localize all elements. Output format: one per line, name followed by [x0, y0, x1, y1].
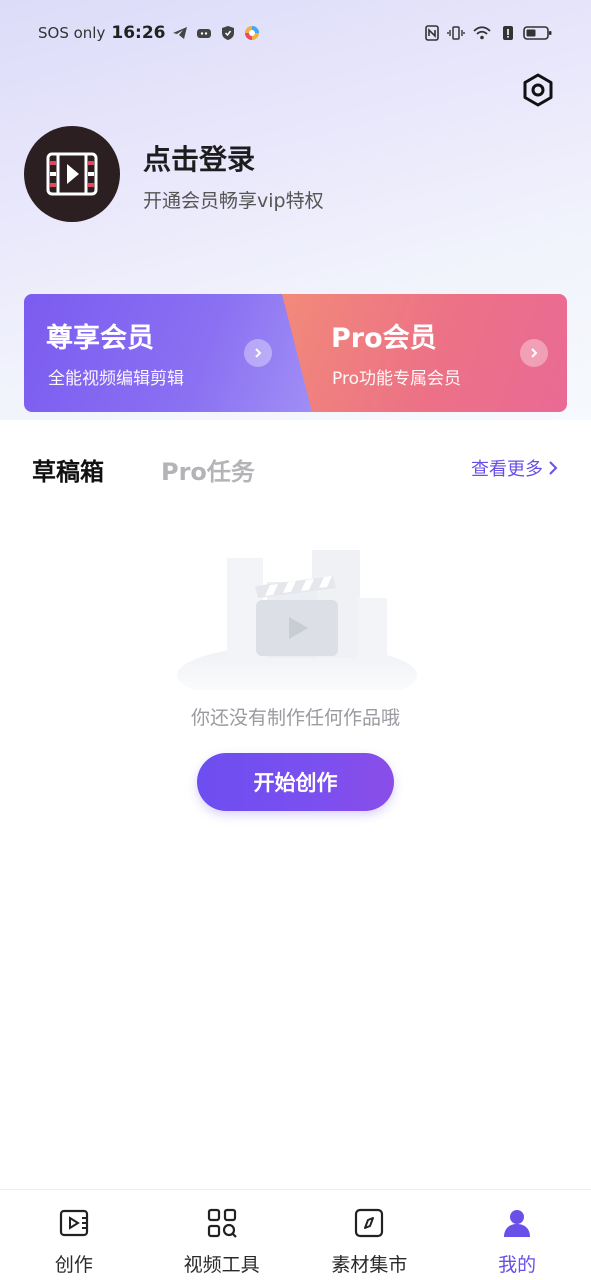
- nav-label-mine: 我的: [498, 1254, 537, 1276]
- pro-card-arrow[interactable]: [520, 339, 548, 367]
- chevron-right-icon: [531, 348, 538, 358]
- start-creating-button[interactable]: 开始创作: [197, 753, 394, 811]
- nav-item-material-market[interactable]: 素材集市: [296, 1190, 444, 1280]
- wifi-icon: [473, 26, 491, 40]
- user-icon: [504, 1210, 531, 1237]
- avatar[interactable]: [24, 126, 120, 222]
- nav-label-video-tools: 视频工具: [183, 1254, 260, 1276]
- profile-page: SOS only 16:26 点击登录 开通会员畅享vip特权 尊享会员 全能视…: [0, 0, 591, 1280]
- premium-card-subtitle: 全能视频编辑剪辑: [48, 369, 184, 389]
- compass-icon: [355, 1208, 384, 1238]
- vibrate-icon: [447, 26, 465, 40]
- nav-label-create: 创作: [54, 1254, 93, 1276]
- tab-drafts[interactable]: 草稿箱: [32, 452, 104, 487]
- empty-state-message: 你还没有制作任何作品哦: [190, 707, 400, 729]
- nfc-icon: [425, 25, 439, 41]
- nav-item-mine[interactable]: 我的: [443, 1190, 591, 1280]
- login-title[interactable]: 点击登录: [143, 138, 255, 178]
- settings-button[interactable]: [518, 70, 558, 110]
- see-more-link[interactable]: 查看更多: [471, 455, 559, 481]
- tools-grid-icon: [207, 1208, 237, 1238]
- bottom-navigation: 创作 视频工具 素材集市 我的: [0, 1189, 591, 1280]
- battery-icon: [523, 26, 552, 40]
- empty-clapperboard-illustration: [177, 550, 417, 690]
- membership-cards: 尊享会员 全能视频编辑剪辑 Pro会员 Pro功能专属会员: [24, 294, 567, 412]
- nav-item-video-tools[interactable]: 视频工具: [148, 1190, 296, 1280]
- premium-card-title: 尊享会员: [46, 323, 154, 354]
- sos-text: SOS only: [38, 24, 106, 42]
- settings-hex-icon: [523, 73, 553, 107]
- premium-card-arrow[interactable]: [244, 339, 272, 367]
- status-bar: SOS only 16:26: [0, 18, 591, 48]
- pro-card-subtitle: Pro功能专属会员: [332, 369, 461, 389]
- discord-icon: [197, 29, 212, 38]
- tab-pro-tasks[interactable]: Pro任务: [161, 452, 255, 487]
- clock: 16:26: [111, 23, 166, 43]
- login-subtitle: 开通会员畅享vip特权: [143, 190, 324, 212]
- chevron-right-icon: [549, 461, 558, 475]
- chevron-right-icon: [255, 348, 262, 358]
- app-colorful-icon: [245, 26, 260, 40]
- vpn-shield-icon: [222, 26, 235, 40]
- alert-icon: [503, 26, 513, 40]
- pro-card-title: Pro会员: [331, 323, 437, 354]
- see-more-label: 查看更多: [471, 459, 543, 480]
- create-video-icon: [59, 1209, 88, 1237]
- film-play-icon: [46, 152, 98, 196]
- nav-item-create[interactable]: 创作: [0, 1190, 148, 1280]
- nav-label-material-market: 素材集市: [331, 1254, 408, 1276]
- telegram-icon: [173, 27, 188, 39]
